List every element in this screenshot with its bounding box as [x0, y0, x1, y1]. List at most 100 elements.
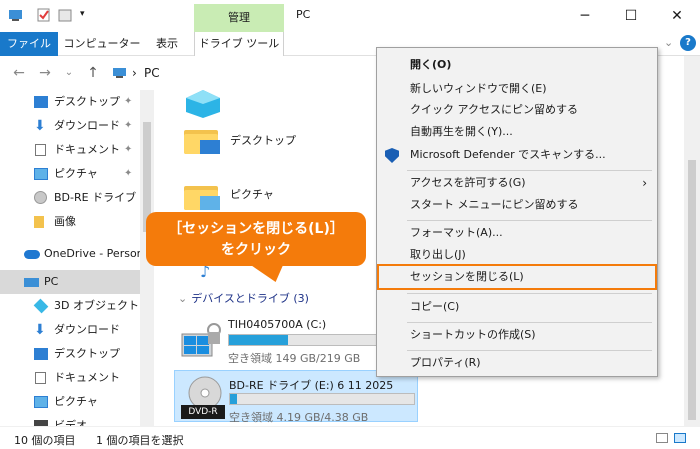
pin-icon: ✦ [124, 96, 133, 107]
nav-label: ドキュメント [54, 143, 120, 156]
drive-e-usage-bar [229, 393, 415, 405]
callout-line-2: をクリック [221, 242, 291, 258]
close-button[interactable]: ✕ [654, 0, 700, 32]
menu-item-open-new-window[interactable]: 新しいウィンドウで開く(E) [377, 78, 657, 100]
menu-item-open[interactable]: 開く(O) [377, 54, 657, 76]
nav-label: デスクトップ [54, 95, 120, 108]
details-view-icon[interactable] [656, 433, 668, 443]
nav-label: ピクチャ [54, 167, 98, 180]
folder-desktop-icon[interactable] [184, 126, 220, 154]
desktop-icon [34, 348, 48, 360]
back-button[interactable]: ← [8, 62, 30, 84]
nav-item-pictures[interactable]: ピクチャ ✦ [0, 162, 140, 186]
nav-label: ピクチャ [54, 395, 98, 408]
chevron-down-icon: ⌄ [178, 292, 188, 305]
nav-item-documents[interactable]: ドキュメント ✦ [0, 138, 140, 162]
status-bar: 10 個の項目 1 個の項目を選択 [0, 426, 700, 449]
pin-icon: ✦ [124, 144, 133, 155]
nav-label: OneDrive - Personal [44, 247, 140, 260]
menu-item-create-shortcut[interactable]: ショートカットの作成(S) [377, 324, 657, 346]
minimize-button[interactable]: ─ [562, 0, 608, 32]
quick-access-dropdown[interactable]: ▾ [80, 9, 85, 19]
menu-item-copy[interactable]: コピー(C) [377, 296, 657, 318]
folder-pictures-label[interactable]: ピクチャ [230, 186, 274, 202]
menu-item-eject[interactable]: 取り出し(J) [377, 244, 657, 266]
folder-desktop-label[interactable]: デスクトップ [230, 132, 296, 148]
context-menu: 開く(O) 新しいウィンドウで開く(E) クイック アクセスにピン留めする 自動… [376, 47, 658, 377]
pin-icon: ✦ [124, 168, 133, 179]
windows-drive-icon [181, 323, 221, 357]
new-folder-icon[interactable] [58, 8, 74, 22]
submenu-arrow-icon: › [642, 176, 647, 190]
nav-label: 画像 [54, 215, 76, 228]
section-header-devices[interactable]: ⌄ デバイスとドライブ (3) [178, 290, 309, 306]
context-tab-manage[interactable]: 管理 [194, 4, 284, 32]
tab-view[interactable]: 表示 [144, 32, 190, 56]
pictures-icon [34, 396, 48, 408]
3d-objects-icon [186, 90, 220, 118]
context-tab-label: 管理 [228, 11, 250, 24]
section-header-label: デバイスとドライブ (3) [191, 292, 309, 305]
nav-label: デスクトップ [54, 347, 120, 360]
nav-label: ダウンロード [54, 323, 120, 336]
content-scrollbar[interactable] [684, 56, 700, 426]
folder-pictures-icon[interactable] [184, 182, 220, 210]
nav-item-downloads[interactable]: ⬇ ダウンロード ✦ [0, 114, 140, 138]
tab-computer[interactable]: コンピューター [62, 32, 142, 56]
menu-item-defender-scan[interactable]: Microsoft Defender でスキャンする... [377, 144, 657, 166]
pc-icon [8, 8, 24, 22]
forward-button[interactable]: → [34, 62, 56, 84]
cube-icon [33, 298, 49, 314]
nav-item-3d-objects[interactable]: 3D オブジェクト [0, 294, 140, 318]
nav-item-pictures-2[interactable]: ピクチャ [0, 390, 140, 414]
maximize-button[interactable]: ☐ [608, 0, 654, 32]
drive-c-name: TIH0405700A (C:) [228, 318, 327, 331]
breadcrumb-chevron-icon: › [132, 66, 137, 80]
ribbon-expand-icon[interactable]: ⌄ [664, 36, 673, 49]
menu-separator [407, 170, 652, 171]
nav-item-pc[interactable]: PC [0, 270, 140, 294]
pin-icon: ✦ [124, 120, 133, 131]
menu-item-give-access[interactable]: アクセスを許可する(G) › [377, 172, 657, 194]
address-bar[interactable]: › PC [108, 62, 368, 84]
pictures-icon [34, 168, 48, 180]
nav-item-downloads-2[interactable]: ⬇ ダウンロード [0, 318, 140, 342]
nav-label: BD-RE ドライブ (E:) [54, 191, 140, 204]
drive-item-e[interactable]: DVD-R BD-RE ドライブ (E:) 6 11 2025 空き領域 4.1… [174, 370, 418, 424]
nav-label: 3D オブジェクト [54, 299, 139, 312]
menu-item-pin-start[interactable]: スタート メニューにピン留めする [377, 194, 657, 216]
nav-item-desktop-2[interactable]: デスクトップ [0, 342, 140, 366]
menu-separator [407, 350, 652, 351]
properties-icon[interactable] [36, 8, 52, 22]
scroll-thumb[interactable] [688, 160, 696, 420]
nav-label: ドキュメント [54, 371, 120, 384]
highlight-frame [377, 264, 657, 290]
nav-item-videos[interactable]: ビデオ [0, 414, 140, 426]
tab-drive-tools[interactable]: ドライブ ツール [194, 32, 284, 56]
nav-item-desktop[interactable]: デスクトップ ✦ [0, 90, 140, 114]
instruction-callout: ［セッションを閉じる(L)］ をクリック [146, 212, 366, 266]
menu-item-autoplay[interactable]: 自動再生を開く(Y)... [377, 121, 657, 143]
download-icon: ⬇ [34, 322, 46, 338]
help-icon[interactable]: ? [680, 35, 696, 51]
menu-label: アクセスを許可する(G) [410, 176, 526, 189]
document-icon [35, 144, 46, 156]
nav-item-documents-2[interactable]: ドキュメント [0, 366, 140, 390]
drive-e-name: BD-RE ドライブ (E:) 6 11 2025 [229, 379, 394, 392]
document-icon [35, 372, 46, 384]
recent-dropdown[interactable]: ⌄ [58, 62, 80, 84]
usage-fill [229, 335, 288, 345]
nav-item-onedrive[interactable]: OneDrive - Personal [0, 242, 140, 266]
nav-item-images[interactable]: 画像 [0, 210, 140, 234]
menu-item-properties[interactable]: プロパティ(R) [377, 352, 657, 374]
menu-item-pin-quick-access[interactable]: クイック アクセスにピン留めする [377, 99, 657, 121]
up-button[interactable]: ↑ [82, 62, 104, 84]
breadcrumb[interactable]: PC [144, 62, 160, 84]
menu-item-format[interactable]: フォーマット(A)... [377, 222, 657, 244]
window-title: PC [296, 8, 311, 21]
nav-item-bd-drive[interactable]: BD-RE ドライブ (E:) [0, 186, 140, 210]
dvd-r-badge: DVD-R [181, 405, 225, 419]
nav-label: ダウンロード [54, 119, 120, 132]
large-icons-view-icon[interactable] [674, 433, 686, 443]
tab-file[interactable]: ファイル [0, 32, 58, 56]
